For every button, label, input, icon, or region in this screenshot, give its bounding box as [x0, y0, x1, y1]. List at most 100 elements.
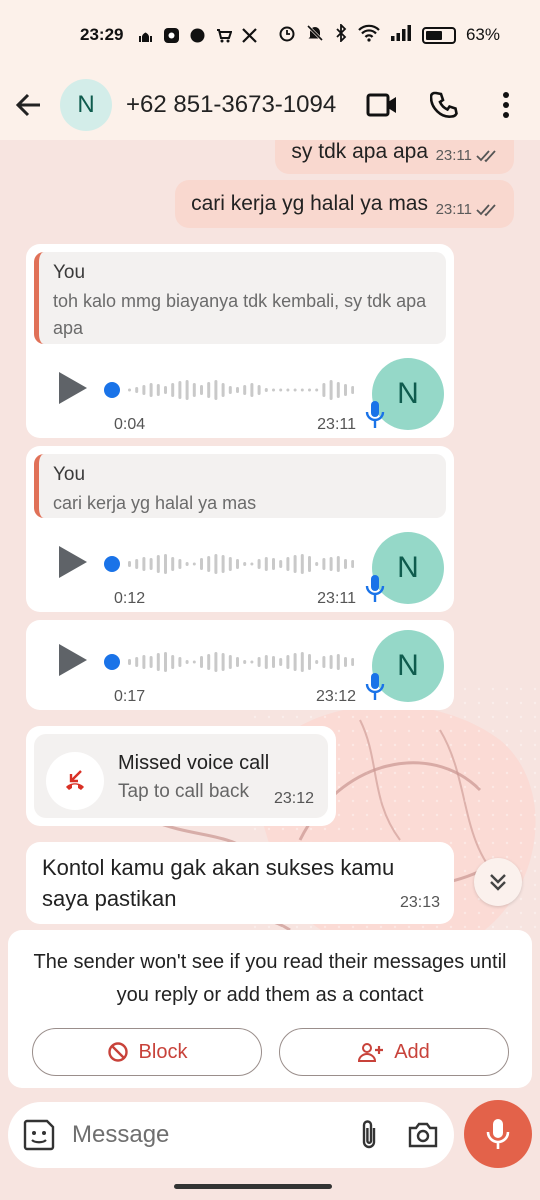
wave-bar — [272, 558, 275, 570]
voice-waveform[interactable] — [104, 546, 354, 582]
chat-header: N +62 851-3673-1094 — [0, 70, 540, 140]
missed-call-subtitle: Tap to call back — [118, 781, 249, 802]
message-composer — [8, 1102, 454, 1168]
wave-bar — [171, 383, 175, 397]
wave-bar — [171, 557, 175, 571]
wave-bar — [344, 384, 347, 396]
wave-bar — [171, 655, 175, 669]
message-meta: 23:11 — [436, 201, 500, 218]
wave-bar — [329, 655, 333, 669]
wave-bar — [221, 383, 225, 397]
wave-bar — [156, 555, 160, 573]
block-icon — [107, 1042, 128, 1062]
wave-bar — [243, 660, 247, 664]
missed-call-title: Missed voice call — [118, 752, 270, 774]
wave-bar — [178, 657, 182, 667]
outgoing-message[interactable]: sy tdk apa apa 23:11 — [275, 140, 514, 174]
wave-bar — [279, 388, 283, 392]
outgoing-message[interactable]: cari kerja yg halal ya mas 23:11 — [175, 180, 514, 228]
wave-bar — [257, 559, 261, 569]
incoming-voice-message[interactable]: 0:17 23:12 N — [26, 620, 454, 710]
wave-bar — [257, 385, 261, 395]
wave-bar — [236, 559, 239, 569]
message-text: cari kerja yg halal ya mas — [191, 192, 428, 215]
contact-name[interactable]: +62 851-3673-1094 — [126, 91, 340, 119]
wave-bar — [207, 382, 211, 398]
voice-player: 0:12 23:11 N — [26, 522, 454, 612]
wave-bar — [192, 562, 196, 566]
wave-bar — [336, 382, 340, 398]
wave-bar — [264, 388, 268, 392]
voice-waveform[interactable] — [104, 644, 354, 680]
more-options-icon[interactable] — [486, 85, 526, 125]
wave-bar — [200, 558, 203, 570]
wave-bar — [336, 654, 340, 670]
wave-bar — [336, 556, 340, 572]
wave-bar — [315, 660, 319, 664]
quote-text: cari kerja yg halal ya mas — [53, 493, 257, 513]
message-time: 23:12 — [315, 688, 356, 705]
wave-bar — [264, 655, 268, 669]
wave-bar — [286, 557, 290, 571]
wave-bar — [351, 658, 354, 666]
wave-bar — [243, 562, 247, 566]
message-time: 23:12 — [273, 790, 314, 807]
attach-icon[interactable] — [352, 1118, 386, 1152]
voice-player: 0:04 23:11 N — [26, 348, 454, 438]
unknown-sender-notice: The sender won't see if you read their m… — [8, 930, 532, 1088]
contact-avatar[interactable]: N — [60, 79, 112, 131]
mosque-icon — [137, 27, 154, 44]
voice-waveform[interactable] — [104, 372, 354, 408]
alarm-icon — [278, 24, 296, 47]
message-input[interactable] — [72, 1121, 332, 1149]
play-icon[interactable] — [56, 544, 90, 580]
signal-icon — [390, 24, 412, 47]
wave-bar — [228, 386, 232, 394]
wave-bar — [207, 556, 211, 572]
play-icon[interactable] — [56, 370, 90, 406]
wave-bar — [221, 653, 225, 671]
video-call-icon[interactable] — [362, 85, 402, 125]
incoming-voice-message[interactable]: You toh kalo mmg biayanya tdk kembali, s… — [26, 244, 454, 438]
voice-call-icon[interactable] — [424, 85, 464, 125]
wave-bar — [272, 388, 275, 392]
quoted-reply[interactable]: You toh kalo mmg biayanya tdk kembali, s… — [34, 252, 446, 344]
voice-duration: 0:17 — [114, 688, 146, 705]
back-arrow-icon[interactable] — [14, 90, 44, 120]
camera-icon[interactable] — [406, 1118, 440, 1152]
mute-icon — [306, 24, 324, 47]
message-text: Kontol kamu gak akan sukses kamu saya pa… — [42, 855, 395, 911]
wave-bar — [214, 380, 218, 400]
missed-call-icon — [46, 752, 104, 810]
add-contact-button[interactable]: Add — [279, 1028, 509, 1076]
missed-call-card[interactable]: Missed voice call Tap to call back 23:12 — [34, 734, 328, 818]
system-icons: 63% — [278, 22, 500, 47]
mic-badge-icon — [365, 401, 385, 428]
wave-bar — [128, 388, 131, 392]
wave-bar — [200, 385, 203, 395]
chat-area[interactable]: sy tdk apa apa 23:11 cari kerja yg halal… — [0, 140, 540, 930]
wifi-icon — [358, 24, 380, 47]
wave-bar — [236, 657, 239, 667]
wave-bar — [264, 557, 268, 571]
wave-bar — [293, 388, 297, 392]
wave-bar — [228, 655, 232, 669]
notice-text: The sender won't see if you read their m… — [33, 951, 507, 1006]
missed-call-message[interactable]: Missed voice call Tap to call back 23:12 — [26, 726, 336, 826]
voice-record-button[interactable] — [464, 1100, 532, 1168]
wave-bar — [185, 380, 189, 400]
wave-bar — [135, 387, 139, 393]
wave-bar — [243, 385, 247, 395]
scroll-to-bottom-button[interactable] — [474, 858, 522, 906]
play-icon[interactable] — [56, 642, 90, 678]
gesture-nav-bar[interactable] — [174, 1184, 332, 1189]
bluetooth-icon — [334, 22, 348, 47]
sticker-icon[interactable] — [22, 1118, 56, 1152]
wave-bar — [228, 557, 232, 571]
incoming-voice-message[interactable]: You cari kerja yg halal ya mas 0:12 23:1… — [26, 446, 454, 612]
wave-bar — [293, 555, 297, 573]
block-button[interactable]: Block — [32, 1028, 262, 1076]
wave-bar — [142, 557, 146, 571]
quoted-reply[interactable]: You cari kerja yg halal ya mas — [34, 454, 446, 518]
incoming-message[interactable]: Kontol kamu gak akan sukses kamu saya pa… — [26, 842, 454, 924]
